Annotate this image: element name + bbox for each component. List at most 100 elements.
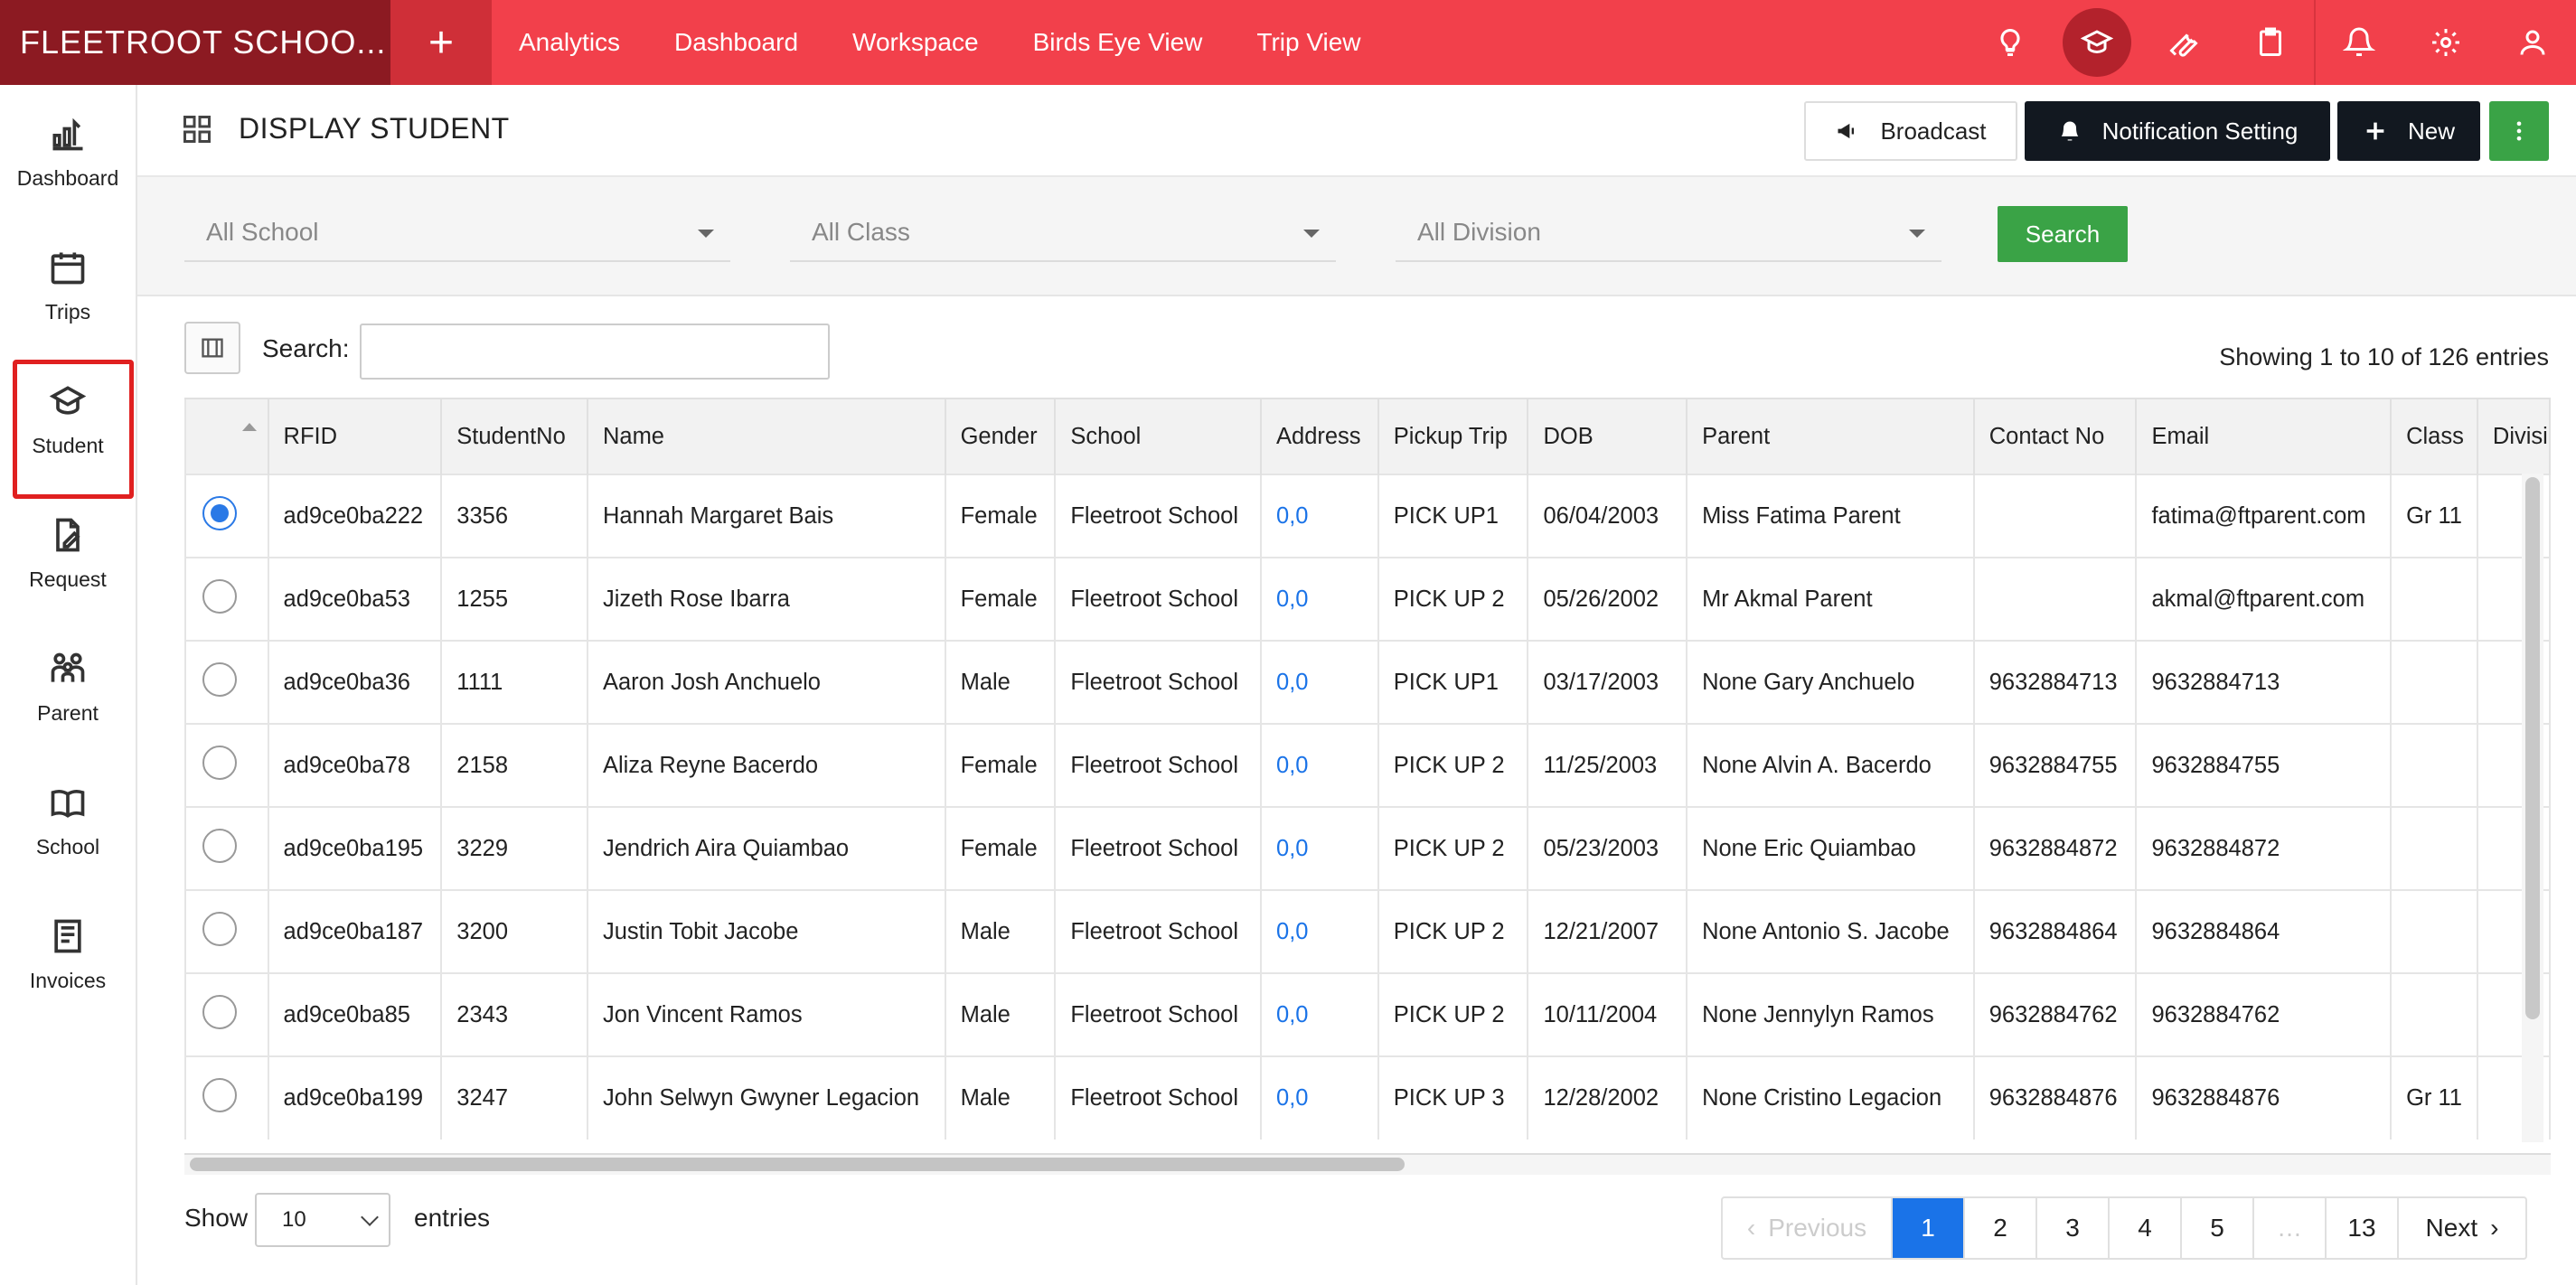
row-select-radio[interactable]: [202, 828, 237, 863]
table-row[interactable]: ad9ce0ba78 2158 Aliza Reyne Bacerdo Female F…: [184, 723, 2551, 807]
row-select-radio[interactable]: [202, 1078, 237, 1112]
sidebar-item-trips[interactable]: Trips: [0, 219, 136, 352]
address-cell[interactable]: 0,0: [1261, 972, 1379, 1056]
app-brand[interactable]: FLEETROOT SCHOO...: [0, 0, 390, 85]
vertical-scrollbar[interactable]: [2525, 477, 2540, 1019]
search-button[interactable]: Search: [1998, 206, 2128, 262]
column-header[interactable]: Email: [2136, 398, 2393, 474]
address-cell[interactable]: 0,0: [1261, 640, 1379, 724]
page-button-3[interactable]: 3: [2037, 1198, 2110, 1258]
new-button[interactable]: New: [2337, 101, 2480, 161]
contact-no-cell: [1973, 474, 2138, 558]
nav-analytics[interactable]: Analytics: [519, 28, 620, 57]
page-button-2[interactable]: 2: [1965, 1198, 2037, 1258]
pickup-trip-cell: PICK UP 2: [1377, 889, 1529, 973]
school-cell: Fleetroot School: [1055, 557, 1263, 641]
row-select-radio[interactable]: [202, 578, 237, 614]
graduation-cap-icon[interactable]: [2054, 0, 2140, 85]
column-header[interactable]: School: [1055, 398, 1263, 474]
address-cell[interactable]: 0,0: [1261, 474, 1379, 558]
column-header[interactable]: Parent: [1687, 398, 1975, 474]
table-row[interactable]: ad9ce0ba195 3229 Jendrich Aira Quiambao Fem…: [184, 806, 2551, 890]
page-button-1[interactable]: 1: [1893, 1198, 1965, 1258]
wrench-icon[interactable]: [2140, 0, 2227, 85]
column-toggle-button[interactable]: [184, 322, 240, 374]
sidebar-item-request[interactable]: Request: [0, 486, 136, 620]
gear-icon[interactable]: [2402, 0, 2489, 85]
column-header[interactable]: Address: [1261, 398, 1379, 474]
table-row[interactable]: ad9ce0ba53 1255 Jizeth Rose Ibarra Female Fl…: [184, 557, 2551, 641]
family-icon: [51, 652, 85, 682]
division-filter-select[interactable]: All Division: [1396, 204, 1941, 262]
table-row[interactable]: ad9ce0ba222 3356 Hannah Margaret Bais Femal…: [184, 474, 2551, 558]
table-row[interactable]: ad9ce0ba36 1111 Aaron Josh Anchuelo Male Fle…: [184, 640, 2551, 724]
nav-trip-view[interactable]: Trip View: [1256, 28, 1360, 57]
column-header[interactable]: DOB: [1528, 398, 1688, 474]
entries-label: entries: [414, 1204, 491, 1232]
horizontal-scrollbar[interactable]: [190, 1158, 1405, 1171]
gender-cell: Male: [945, 972, 1057, 1056]
gender-cell: Male: [945, 1055, 1057, 1140]
page-button-5[interactable]: 5: [2182, 1198, 2254, 1258]
table-row[interactable]: ad9ce0ba187 3200 Justin Tobit Jacobe Male Fl…: [184, 889, 2551, 973]
column-header[interactable]: Class: [2391, 398, 2478, 474]
column-header[interactable]: Divisi: [2477, 398, 2551, 474]
sidebar-item-school[interactable]: School: [0, 754, 136, 887]
student-cap-icon: [49, 385, 87, 415]
broadcast-button[interactable]: Broadcast: [1804, 101, 2017, 161]
school-filter-select[interactable]: All School: [184, 204, 730, 262]
nav-workspace[interactable]: Workspace: [852, 28, 979, 57]
previous-page-button[interactable]: ‹ Previous: [1723, 1198, 1893, 1258]
address-cell[interactable]: 0,0: [1261, 889, 1379, 973]
table-row[interactable]: ad9ce0ba85 2343 Jon Vincent Ramos Male Fleet…: [184, 972, 2551, 1056]
sidebar-item-dashboard[interactable]: Dashboard: [0, 85, 136, 219]
column-header[interactable]: Pickup Trip: [1377, 398, 1529, 474]
page-size-select[interactable]: 10: [255, 1193, 390, 1247]
gender-cell: Female: [945, 557, 1057, 641]
row-select-radio[interactable]: [202, 911, 237, 946]
lightbulb-icon[interactable]: [1967, 0, 2054, 85]
student-no-cell: 3356: [441, 474, 588, 558]
nav-dashboard[interactable]: Dashboard: [674, 28, 798, 57]
table-row[interactable]: ad9ce0ba199 3247 John Selwyn Gwyner Legaci…: [184, 1055, 2551, 1140]
user-icon[interactable]: [2489, 0, 2576, 85]
parent-cell: None Jennylyn Ramos: [1687, 972, 1975, 1056]
column-header[interactable]: StudentNo: [441, 398, 588, 474]
bell-icon[interactable]: [2316, 0, 2402, 85]
more-options-button[interactable]: [2489, 101, 2549, 161]
sidebar-item-student[interactable]: Student: [0, 352, 136, 499]
column-header[interactable]: Gender: [945, 398, 1057, 474]
next-page-button[interactable]: Next ›: [2399, 1198, 2525, 1258]
address-cell[interactable]: 0,0: [1261, 557, 1379, 641]
sort-up-icon: [242, 423, 257, 431]
page-button-4[interactable]: 4: [2110, 1198, 2182, 1258]
row-select-radio[interactable]: [202, 495, 237, 530]
address-cell[interactable]: 0,0: [1261, 723, 1379, 807]
column-header[interactable]: Contact No: [1973, 398, 2138, 474]
contact-no-cell: 9632884762: [1973, 972, 2138, 1056]
add-button[interactable]: +: [390, 0, 492, 85]
email-cell: fatima@ftparent.com: [2136, 474, 2393, 558]
top-nav: Analytics Dashboard Workspace Birds Eye …: [519, 0, 1415, 85]
page-button-13[interactable]: 13: [2327, 1198, 2399, 1258]
class-filter-select[interactable]: All Class: [790, 204, 1336, 262]
division-filter-value: All Division: [1417, 218, 1541, 246]
address-cell[interactable]: 0,0: [1261, 806, 1379, 890]
sidebar-item-label: School: [35, 834, 100, 858]
row-select-radio[interactable]: [202, 745, 237, 780]
class-cell: [2391, 557, 2478, 641]
clipboard-icon[interactable]: [2227, 0, 2314, 85]
select-column-header[interactable]: [184, 398, 269, 474]
table-search-input[interactable]: [360, 324, 830, 380]
column-header[interactable]: Name: [587, 398, 946, 474]
row-select-radio[interactable]: [202, 661, 237, 697]
sidebar-item-parent[interactable]: Parent: [0, 620, 136, 754]
row-select-radio[interactable]: [202, 994, 237, 1029]
chevron-right-icon: ›: [2490, 1214, 2499, 1242]
notification-setting-button[interactable]: Notification Setting: [2025, 101, 2330, 161]
column-header[interactable]: RFID: [268, 398, 443, 474]
address-cell[interactable]: 0,0: [1261, 1055, 1379, 1140]
caret-down-icon: [1303, 230, 1320, 238]
nav-birds-eye-view[interactable]: Birds Eye View: [1033, 28, 1203, 57]
sidebar-item-invoices[interactable]: Invoices: [0, 887, 136, 1021]
